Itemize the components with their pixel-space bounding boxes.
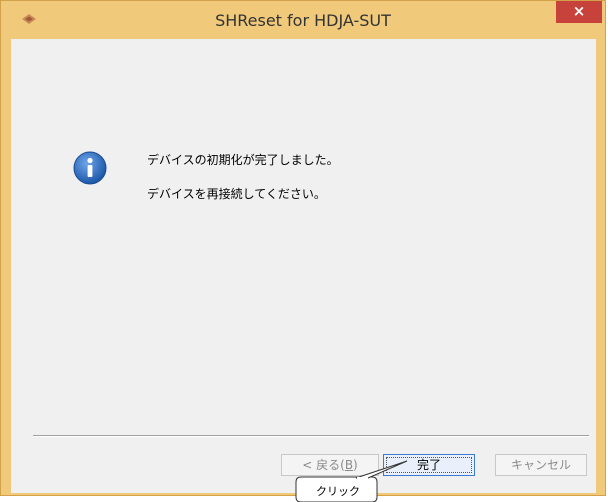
back-label-suffix: ) [353, 458, 358, 472]
close-button[interactable]: × [556, 1, 602, 23]
message-complete: デバイスの初期化が完了しました。 [147, 153, 339, 167]
back-accelerator-key: B [344, 458, 354, 472]
message-reconnect: デバイスを再接続してください。 [147, 187, 326, 201]
finish-button[interactable]: 完了 [383, 454, 475, 476]
finish-label: 完了 [386, 457, 472, 473]
back-label-prefix: < 戻る( [302, 458, 345, 472]
callout-label: クリック [316, 485, 360, 498]
footer-divider [33, 435, 589, 437]
title-bar[interactable]: SHReset for HDJA-SUT × [1, 1, 605, 39]
close-icon: × [572, 2, 586, 20]
back-button[interactable]: < 戻る(B) [281, 454, 379, 476]
dialog-window: SHReset for HDJA-SUT × デバイスの初期化が完了しました。 … [0, 0, 606, 496]
cancel-button[interactable]: キャンセル [495, 454, 587, 476]
window-title: SHReset for HDJA-SUT [215, 11, 391, 30]
dialog-body: デバイスの初期化が完了しました。 デバイスを再接続してください。 < 戻る(B)… [11, 39, 596, 493]
info-icon [73, 151, 107, 185]
